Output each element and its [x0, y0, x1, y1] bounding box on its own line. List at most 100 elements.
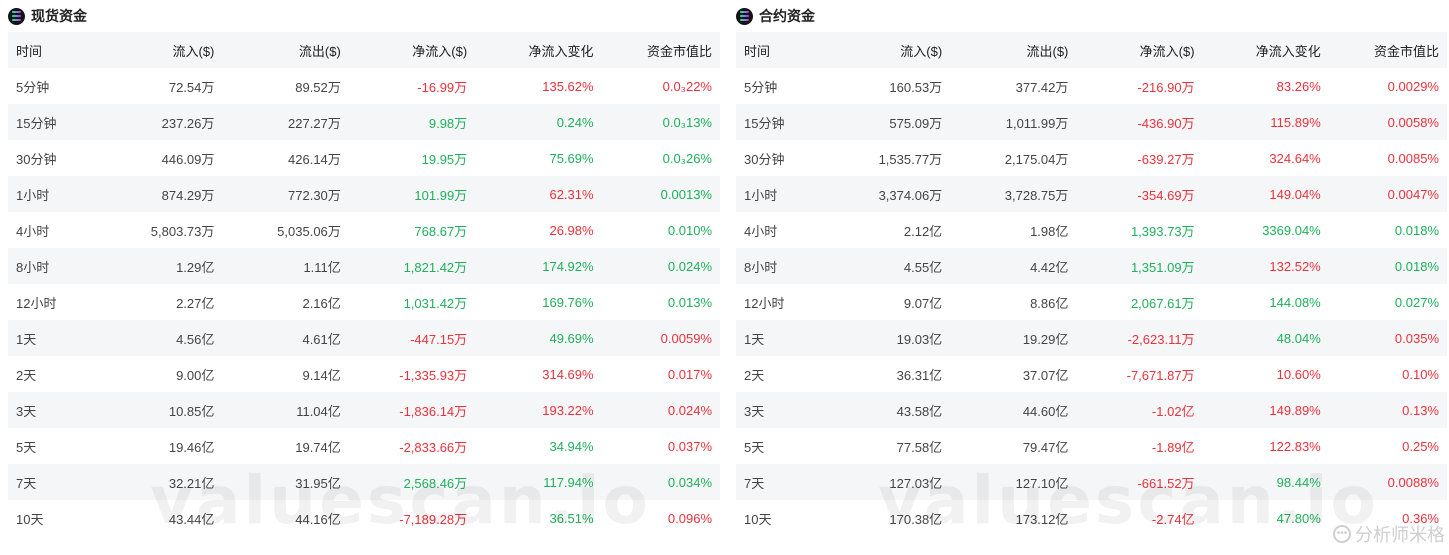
- cell-inflow: 4.55亿: [816, 248, 943, 284]
- cell-outflow: 1.11亿: [214, 248, 341, 284]
- cell-cap-ratio: 0.0₃26%: [662, 150, 712, 166]
- cell-cap-ratio: 0.0047%: [1320, 176, 1447, 212]
- cell-net-change: 117.94%: [467, 464, 594, 500]
- cell-time: 30分钟: [744, 151, 785, 167]
- cell-net-inflow: 9.98万: [340, 104, 468, 140]
- table-row: 3天 43.58亿 44.60亿 -1.02亿 149.89% 0.13%: [736, 392, 1447, 428]
- cell-outflow: 31.95亿: [214, 464, 341, 500]
- column-header-cap-ratio[interactable]: 资金市值比: [593, 32, 720, 68]
- cell-outflow: 44.60亿: [942, 392, 1069, 428]
- table-row: 5分钟 160.53万 377.42万 -216.90万 83.26% 0.0029%: [736, 68, 1447, 104]
- table-row: 3天 10.85亿 11.04亿 -1,836.14万 193.22% 0.024%: [8, 392, 720, 428]
- cell-cap-ratio: 0.024%: [593, 248, 720, 284]
- cell-net-inflow: -354.69万: [1068, 176, 1195, 212]
- cell-net-change: 132.52%: [1194, 248, 1321, 284]
- column-header-net-change[interactable]: 净流入变化: [1194, 32, 1321, 68]
- column-header-net-change[interactable]: 净流入变化: [467, 32, 594, 68]
- cell-net-inflow: -436.90万: [1068, 104, 1195, 140]
- cell-cap-ratio: 0.0₃22%: [662, 78, 712, 94]
- cell-net-change: 0.24%: [467, 104, 594, 140]
- table-row: 1小时 3,374.06万 3,728.75万 -354.69万 149.04% 0.00…: [736, 176, 1447, 212]
- cell-cap-ratio: 0.018%: [1394, 222, 1439, 238]
- cell-net-change: 83.26%: [1276, 78, 1321, 94]
- cell-time: 15分钟: [736, 104, 816, 140]
- cell-net-inflow: -2.74亿: [1151, 511, 1195, 527]
- cell-inflow: 9.07亿: [903, 295, 943, 311]
- column-header-cap-ratio[interactable]: 资金市值比: [1320, 32, 1447, 68]
- cell-inflow: 160.53万: [889, 79, 943, 95]
- cell-cap-ratio: 0.027%: [1394, 294, 1439, 310]
- cell-net-change: 26.98%: [549, 222, 594, 238]
- cell-inflow: 446.09万: [161, 151, 215, 167]
- column-header-time[interactable]: 时间: [736, 32, 816, 68]
- cell-time: 10天: [744, 511, 772, 527]
- cell-outflow: 173.12亿: [1015, 511, 1069, 527]
- solana-logo-icon: [736, 7, 753, 25]
- cell-outflow: 19.74亿: [295, 439, 341, 455]
- cell-cap-ratio: 0.0088%: [1320, 464, 1447, 500]
- cell-cap-ratio: 0.0058%: [1320, 104, 1447, 140]
- cell-net-change: 36.51%: [549, 510, 594, 526]
- cell-net-inflow: -639.27万: [1137, 151, 1195, 167]
- cell-net-change: 149.89%: [1194, 392, 1321, 428]
- cell-cap-ratio: 0.0013%: [593, 176, 720, 212]
- cell-net-inflow: 101.99万: [340, 176, 468, 212]
- spot-funds-panel: 现货资金 时间 流入($) 流出($) 净流入($) 净流入变化 资金市值比 5…: [8, 0, 720, 536]
- cell-inflow: 43.44亿: [168, 511, 215, 527]
- cell-inflow: 9.00亿: [176, 367, 215, 383]
- cell-net-change: 193.22%: [467, 392, 594, 428]
- column-header-outflow[interactable]: 流出($): [942, 32, 1069, 68]
- table-row: 10天 43.44亿 44.16亿 -7,189.28万 36.51% 0.096%: [8, 500, 720, 536]
- cell-time: 5天: [16, 439, 37, 455]
- cell-outflow: 1,011.99万: [942, 104, 1069, 140]
- cell-time: 7天: [8, 464, 88, 500]
- cell-outflow: 1.98亿: [1030, 223, 1069, 239]
- table-row: 15分钟 575.09万 1,011.99万 -436.90万 115.89% 0.005…: [736, 104, 1447, 140]
- table-row: 8小时 1.29亿 1.11亿 1,821.42万 174.92% 0.024%: [8, 248, 720, 284]
- cell-time: 5天: [744, 439, 765, 455]
- cell-inflow: 10.85亿: [88, 392, 215, 428]
- cell-net-change: 115.89%: [1194, 104, 1321, 140]
- spot-table-body: 5分钟 72.54万 89.52万 -16.99万 135.62% 0.0₃22% 15分钟…: [8, 68, 720, 536]
- table-row: 1天 4.56亿 4.61亿 -447.15万 49.69% 0.0059%: [8, 320, 720, 356]
- cell-outflow: 426.14万: [288, 151, 341, 167]
- cell-outflow: 19.29亿: [942, 320, 1069, 356]
- table-row: 5天 19.46亿 19.74亿 -2,833.66万 34.94% 0.037%: [8, 428, 720, 464]
- cell-net-change: 49.69%: [467, 320, 594, 356]
- column-header-time[interactable]: 时间: [8, 32, 88, 68]
- cell-net-change: 122.83%: [1269, 438, 1321, 454]
- cell-net-inflow: 2,067.61万: [1130, 295, 1195, 311]
- cell-time: 30分钟: [16, 151, 57, 167]
- futures-funds-table: 时间 流入($) 流出($) 净流入($) 净流入变化 资金市值比 5分钟 160…: [736, 32, 1447, 536]
- spot-funds-table: 时间 流入($) 流出($) 净流入($) 净流入变化 资金市值比 5分钟 72.…: [8, 32, 720, 536]
- column-header-inflow[interactable]: 流入($): [816, 32, 943, 68]
- cell-time: 4小时: [744, 223, 778, 239]
- column-header-inflow[interactable]: 流入($): [88, 32, 215, 68]
- cell-net-inflow: -16.99万: [417, 79, 468, 95]
- column-header-outflow[interactable]: 流出($): [214, 32, 341, 68]
- cell-cap-ratio: 0.037%: [667, 438, 712, 454]
- cell-outflow: 79.47亿: [1022, 439, 1069, 455]
- table-row: 4小时 5,803.73万 5,035.06万 768.67万 26.98% 0.010%: [8, 212, 720, 248]
- cell-net-change: 3369.04%: [1262, 222, 1321, 238]
- cell-time: 10天: [16, 511, 44, 527]
- cell-time: 8小时: [736, 248, 816, 284]
- cell-net-inflow: -216.90万: [1137, 79, 1195, 95]
- cell-outflow: 5,035.06万: [277, 223, 341, 239]
- table-row: 2天 36.31亿 37.07亿 -7,671.87万 10.60% 0.10%: [736, 356, 1447, 392]
- cell-time: 1天: [8, 320, 88, 356]
- cell-net-inflow: 2,568.46万: [340, 464, 468, 500]
- cell-cap-ratio: 0.096%: [667, 510, 712, 526]
- cell-inflow: 237.26万: [88, 104, 215, 140]
- cell-outflow: 3,728.75万: [942, 176, 1069, 212]
- column-header-net-inflow[interactable]: 净流入($): [1068, 32, 1195, 68]
- cell-inflow: 170.38亿: [889, 511, 943, 527]
- cell-inflow: 874.29万: [88, 176, 215, 212]
- cell-net-change: 10.60%: [1276, 366, 1321, 382]
- table-row: 8小时 4.55亿 4.42亿 1,351.09万 132.52% 0.018%: [736, 248, 1447, 284]
- cell-net-inflow: -1.89亿: [1151, 439, 1195, 455]
- cell-time: 1小时: [8, 176, 88, 212]
- cell-cap-ratio: 0.10%: [1402, 366, 1439, 382]
- column-header-net-inflow[interactable]: 净流入($): [340, 32, 468, 68]
- cell-outflow: 2.16亿: [302, 295, 341, 311]
